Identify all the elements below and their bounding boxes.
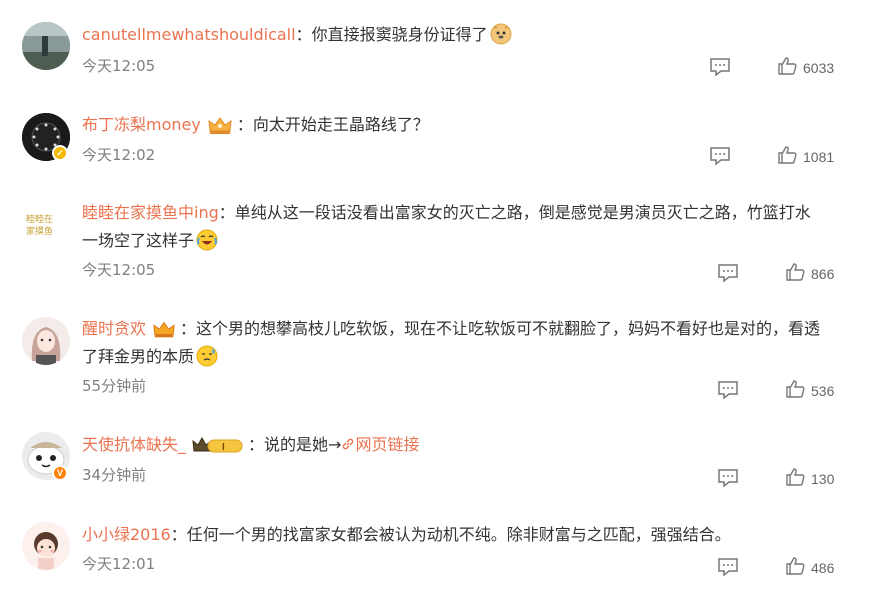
reply-icon[interactable] [717, 557, 739, 577]
username-link[interactable]: 睦睦在家摸鱼中ing [82, 203, 219, 222]
username-link[interactable]: 天使抗体缺失_ [82, 435, 186, 454]
avatar[interactable] [22, 22, 70, 70]
verified-badge-icon: V [52, 465, 68, 481]
like-button[interactable]: 866 [785, 263, 834, 285]
avatar[interactable] [22, 522, 70, 570]
like-count: 486 [811, 560, 835, 576]
like-count: 6033 [803, 60, 835, 76]
svg-text:I: I [222, 442, 225, 453]
comment-text: 天使抗体缺失_ I ：说的是她→ 网页链接 [82, 430, 849, 465]
comment-text: canutellmewhatshouldicall：你直接报窦骁身份证得了 [82, 20, 849, 50]
vip-level-badge-icon: I [192, 435, 244, 465]
comment-time: 今天12:02 [82, 146, 156, 164]
like-button[interactable]: 536 [785, 380, 834, 402]
username-link[interactable]: 醒时贪欢 [82, 319, 146, 338]
svg-text:睦睦在: 睦睦在 [26, 213, 53, 225]
like-count: 130 [811, 471, 835, 487]
like-button[interactable]: 130 [785, 468, 834, 490]
thumbs-up-icon [785, 556, 805, 580]
avatar[interactable]: 睦睦在 家摸鱼 [22, 200, 70, 248]
comment-time: 55分钟前 [82, 377, 147, 395]
thumbs-up-icon [785, 379, 805, 403]
comment-time: 今天12:05 [82, 57, 156, 75]
doge-emoji-icon [490, 23, 512, 45]
reply-icon[interactable] [717, 468, 739, 488]
reply-icon[interactable] [709, 146, 731, 166]
thumbs-up-icon [777, 56, 797, 80]
verified-badge-icon: ✓ [52, 145, 68, 161]
thumbs-up-icon [785, 467, 805, 491]
like-count: 1081 [803, 149, 835, 165]
web-link[interactable]: 网页链接 [341, 435, 419, 454]
comment-text-line2: 一场空了这样子 [82, 226, 849, 256]
link-icon [341, 435, 355, 454]
reply-icon[interactable] [717, 263, 739, 283]
like-count: 866 [811, 266, 835, 282]
like-button[interactable]: 1081 [777, 146, 834, 168]
comment-text: 睦睦在家摸鱼中ing：单纯从这一段话没看出富家女的灭亡之路，倒是感觉是男演员灭亡… [82, 203, 811, 222]
reply-icon[interactable] [709, 57, 731, 77]
avatar[interactable] [22, 317, 70, 365]
comment-text: 小小绿2016：任何一个男的找富家女都会被认为动机不纯。除非财富与之匹配，强强结… [82, 525, 731, 544]
comment-time: 今天12:05 [82, 261, 156, 279]
laugh-cry-emoji-icon [196, 229, 218, 251]
crown-member-icon [207, 115, 233, 145]
reply-icon[interactable] [717, 380, 739, 400]
comment-time: 今天12:01 [82, 555, 156, 573]
like-button[interactable]: 486 [785, 557, 834, 579]
comment-text-line2: 了拜金男的本质 [82, 342, 849, 372]
comment-time: 34分钟前 [82, 466, 147, 484]
comment-text: 布丁冻梨money ：向太开始走王晶路线了？ [82, 110, 849, 145]
thumbs-up-icon [785, 262, 805, 286]
username-link[interactable]: 小小绿2016 [82, 525, 171, 544]
like-count: 536 [811, 383, 835, 399]
thumbs-up-icon [777, 145, 797, 169]
username-link[interactable]: 布丁冻梨money [82, 115, 201, 134]
svg-text:家摸鱼: 家摸鱼 [26, 225, 53, 237]
username-link[interactable]: canutellmewhatshouldicall [82, 25, 296, 44]
comment-item: canutellmewhatshouldicall：你直接报窦骁身份证得了 今天… [0, 0, 873, 90]
sweat-emoji-icon [196, 345, 218, 367]
like-button[interactable]: 6033 [777, 57, 834, 79]
